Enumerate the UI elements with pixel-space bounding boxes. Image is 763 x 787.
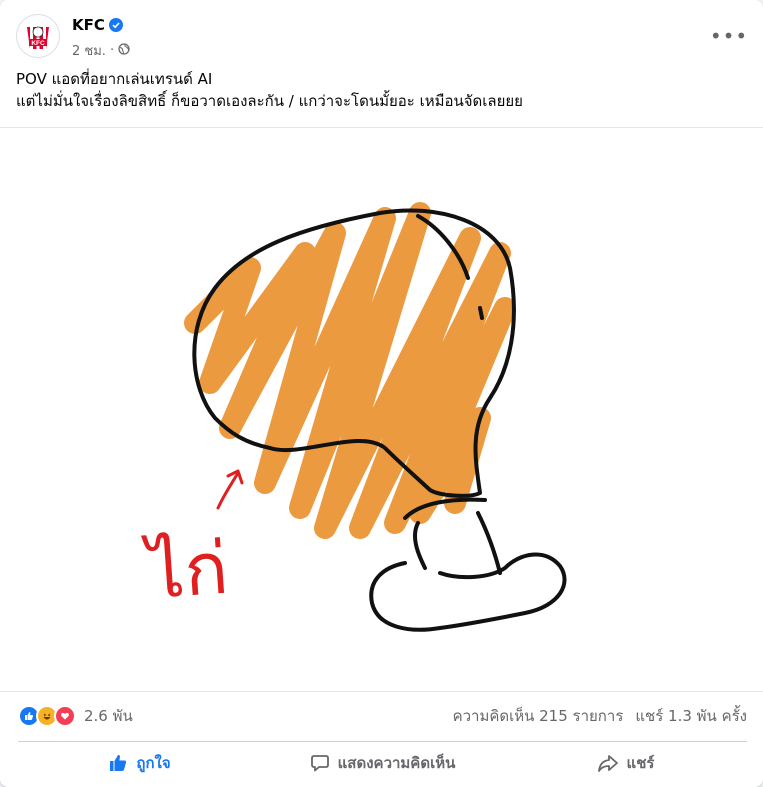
- like-label: ถูกใจ: [136, 754, 171, 772]
- page-avatar[interactable]: KFC: [16, 14, 60, 58]
- caption-line-1: POV แอดที่อยากเล่นเทรนด์ AI: [16, 70, 213, 88]
- post-meta: 2 ชม. ·: [72, 40, 130, 61]
- reaction-count[interactable]: 2.6 พัน: [84, 704, 133, 728]
- avatar-text: KFC: [31, 40, 45, 47]
- divider: [18, 741, 747, 742]
- post-header: KFC KFC 2 ชม. · •••: [16, 14, 747, 61]
- more-options-icon[interactable]: •••: [710, 18, 747, 54]
- ink-stroke: [478, 306, 484, 320]
- post-image[interactable]: ไก่: [0, 128, 763, 691]
- bone-shaft: [413, 511, 502, 575]
- verified-badge-icon: [108, 18, 123, 32]
- drawing-label: ไก่: [140, 528, 230, 615]
- divider: [0, 691, 763, 692]
- post-card: KFC KFC 2 ชม. · ••• POV แอดที่อยากเล่นเท…: [0, 0, 763, 787]
- share-button[interactable]: แชร์: [504, 744, 747, 782]
- caption-line-2: แต่ไม่มั่นใจเรื่องลิขสิทธิ์ ก็ขอวาดเองละ…: [16, 92, 523, 110]
- comment-count[interactable]: ความคิดเห็น 215 รายการ: [453, 704, 624, 728]
- post-time[interactable]: 2 ชม.: [72, 40, 106, 61]
- author-name[interactable]: KFC: [72, 16, 105, 34]
- red-arrow-icon: [216, 469, 244, 510]
- comment-button[interactable]: แสดงความคิดเห็น: [261, 744, 504, 782]
- meta-separator: ·: [109, 43, 115, 58]
- comment-icon: [310, 755, 329, 772]
- chicken-drumstick-drawing: ไก่: [140, 202, 567, 632]
- kfc-logo-icon: KFC: [19, 17, 57, 55]
- comment-label: แสดงความคิดเห็น: [337, 754, 456, 772]
- share-count[interactable]: แชร์ 1.3 พัน ครั้ง: [635, 704, 747, 728]
- thumbs-up-icon: [110, 754, 127, 771]
- post-caption: POV แอดที่อยากเล่นเทรนด์ AI แต่ไม่มั่นใจ…: [16, 68, 747, 112]
- like-button[interactable]: ถูกใจ: [18, 744, 261, 782]
- action-bar: ถูกใจ แสดงความคิดเห็น แชร์: [18, 744, 747, 782]
- reaction-summary[interactable]: 2.6 พัน: [18, 704, 133, 728]
- engagement-stats: 2.6 พัน ความคิดเห็น 215 รายการ แชร์ 1.3 …: [18, 704, 747, 730]
- share-icon: [597, 755, 618, 772]
- share-label: แชร์: [626, 754, 655, 772]
- love-icon: [54, 705, 76, 727]
- stats-right: ความคิดเห็น 215 รายการ แชร์ 1.3 พัน ครั้…: [453, 704, 747, 728]
- globe-icon: [118, 42, 130, 59]
- bone-knob: [369, 552, 567, 632]
- author-row: KFC: [72, 16, 123, 34]
